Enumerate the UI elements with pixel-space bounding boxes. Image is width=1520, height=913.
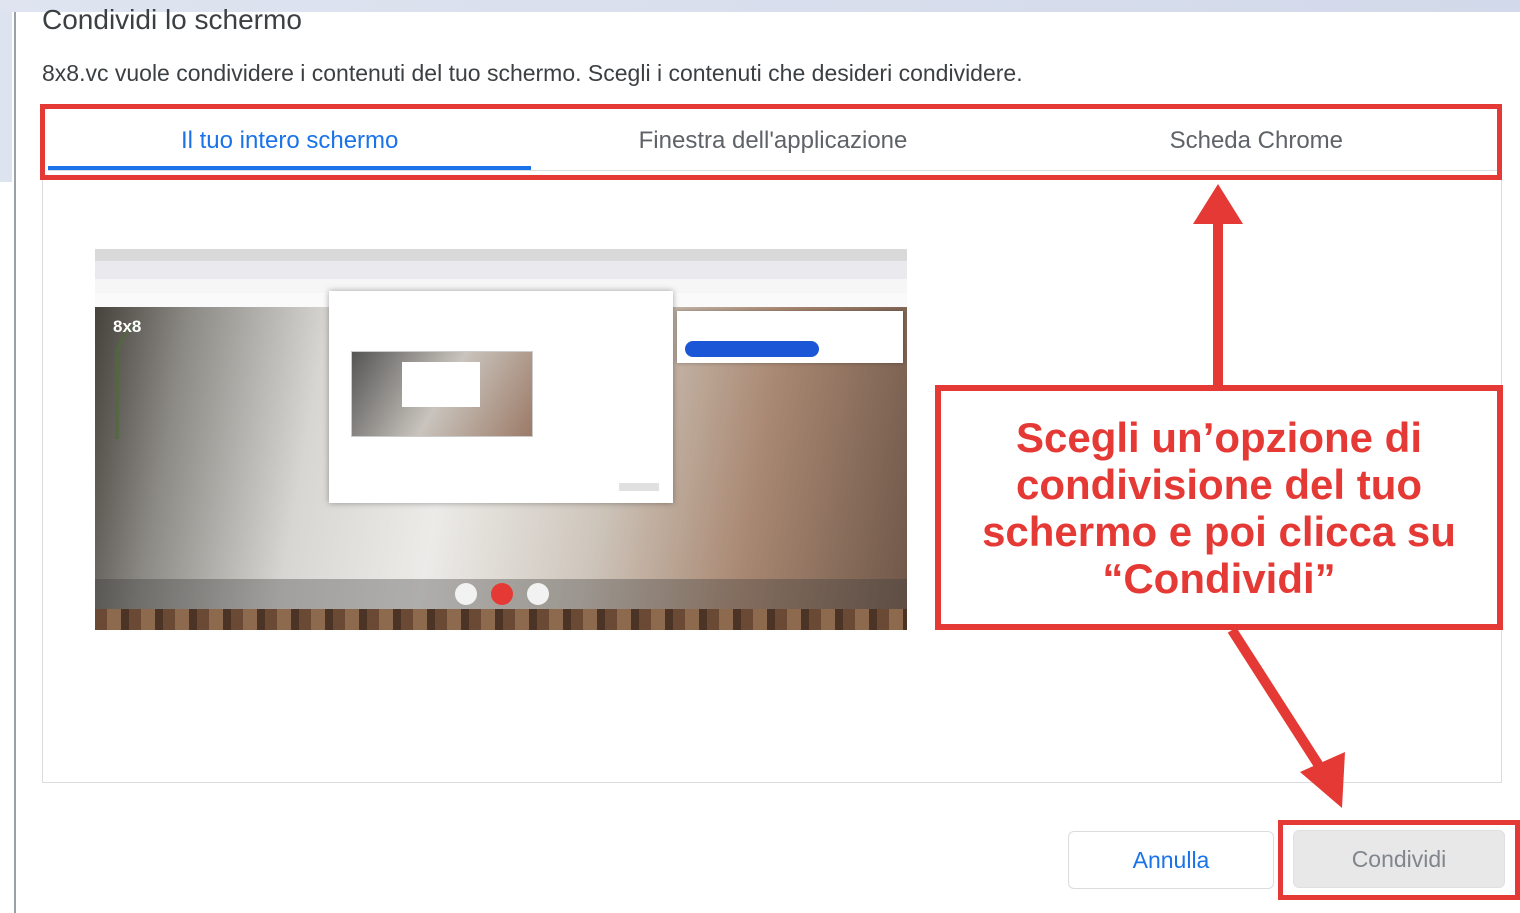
background-window-edge — [0, 12, 12, 182]
dialog-subtitle: 8x8.vc vuole condividere i contenuti del… — [42, 60, 1023, 86]
thumbnail-plant — [115, 319, 179, 439]
thumbnail-menubar — [95, 249, 907, 261]
thumbnail-floor — [95, 609, 907, 630]
camera-icon — [527, 583, 549, 605]
arrow-up-shaft — [1213, 222, 1223, 387]
arrow-up-icon — [1193, 184, 1243, 224]
thumbnail-logo: 8x8 — [113, 317, 142, 336]
dialog-border — [14, 12, 16, 913]
thumbnail-nested-dialog — [329, 291, 673, 503]
thumbnail-popup-button — [685, 341, 819, 357]
share-annotation-box — [1278, 820, 1520, 900]
thumbnail-nested-mini-dialog — [402, 362, 480, 407]
cancel-button[interactable]: Annulla — [1068, 831, 1274, 889]
screen-thumbnail[interactable]: 8x8 — [95, 249, 907, 630]
hangup-icon — [491, 583, 513, 605]
instruction-callout: Scegli un’opzione di condivisione del tu… — [935, 385, 1503, 630]
thumbnail-nested-preview — [351, 351, 533, 437]
mic-icon — [455, 583, 477, 605]
tabs-annotation-box — [40, 104, 1502, 180]
thumbnail-tabbar — [95, 261, 907, 279]
thumbnail-popup — [677, 311, 903, 363]
thumbnail-nested-button — [619, 483, 659, 491]
thumbnail-call-controls — [455, 583, 549, 605]
dialog-title: Condividi lo schermo — [42, 4, 302, 35]
